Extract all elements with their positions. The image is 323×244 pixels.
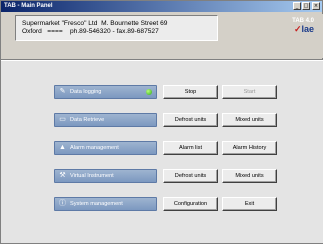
stop-button[interactable]: Stop <box>163 85 218 99</box>
display-icon: ▭ <box>59 116 66 123</box>
alarm-history-button[interactable]: Alarm History <box>222 141 277 155</box>
row-system-management: ⓘ System management Configuration Exit <box>1 197 323 211</box>
minimize-button[interactable]: _ <box>293 2 301 10</box>
configuration-button[interactable]: Configuration <box>163 197 218 211</box>
brand: TAB 4.0 ✓lae <box>292 18 314 35</box>
alarm-list-button[interactable]: Alarm list <box>163 141 218 155</box>
maximize-button[interactable]: □ <box>302 2 310 10</box>
info-icon: ⓘ <box>59 200 66 207</box>
retrieve-defrost-units-button[interactable]: Defrost units <box>163 113 218 127</box>
lae-logo: ✓lae <box>293 24 314 34</box>
instrument-defrost-units-button[interactable]: Defrost units <box>163 169 218 183</box>
row-virtual-instrument: ⚒ Virtual Instrument Defrost units Mixed… <box>1 169 323 183</box>
data-logging-label: ✎ Data logging <box>54 85 157 99</box>
alarm-management-label: ▲ Alarm management <box>54 141 157 155</box>
title-bar[interactable]: TAB - Main Panel _ □ × <box>1 1 322 12</box>
data-retrieve-label: ▭ Data Retrieve <box>54 113 157 127</box>
store-info-box: Supermarket "Fresco" Ltd M. Bournette St… <box>15 15 218 41</box>
main-window: TAB - Main Panel _ □ × Supermarket "Fres… <box>0 0 323 244</box>
store-info-line-2: Oxford ==== ph.89-546320 - fax.89-687527 <box>22 28 159 35</box>
exit-button[interactable]: Exit <box>222 197 277 211</box>
virtual-instrument-label: ⚒ Virtual Instrument <box>54 169 157 183</box>
row-data-logging: ✎ Data logging Stop Start <box>1 85 323 99</box>
start-button[interactable]: Start <box>222 85 277 99</box>
close-button[interactable]: × <box>312 2 320 10</box>
main-panel: ✎ Data logging Stop Start ▭ Data Retriev… <box>1 61 323 243</box>
status-led-icon <box>146 89 152 95</box>
bell-icon: ▲ <box>59 144 66 151</box>
store-info-line-1: Supermarket "Fresco" Ltd M. Bournette St… <box>22 20 168 27</box>
retrieve-mixed-units-button[interactable]: Mixed units <box>222 113 277 127</box>
row-data-retrieve: ▭ Data Retrieve Defrost units Mixed unit… <box>1 113 323 127</box>
header: Supermarket "Fresco" Ltd M. Bournette St… <box>1 14 323 58</box>
system-management-label: ⓘ System management <box>54 197 157 211</box>
wrench-icon: ⚒ <box>59 172 66 179</box>
window-title: TAB - Main Panel <box>4 3 53 9</box>
row-alarm-management: ▲ Alarm management Alarm list Alarm Hist… <box>1 141 323 155</box>
instrument-mixed-units-button[interactable]: Mixed units <box>222 169 277 183</box>
pencil-icon: ✎ <box>59 88 66 95</box>
